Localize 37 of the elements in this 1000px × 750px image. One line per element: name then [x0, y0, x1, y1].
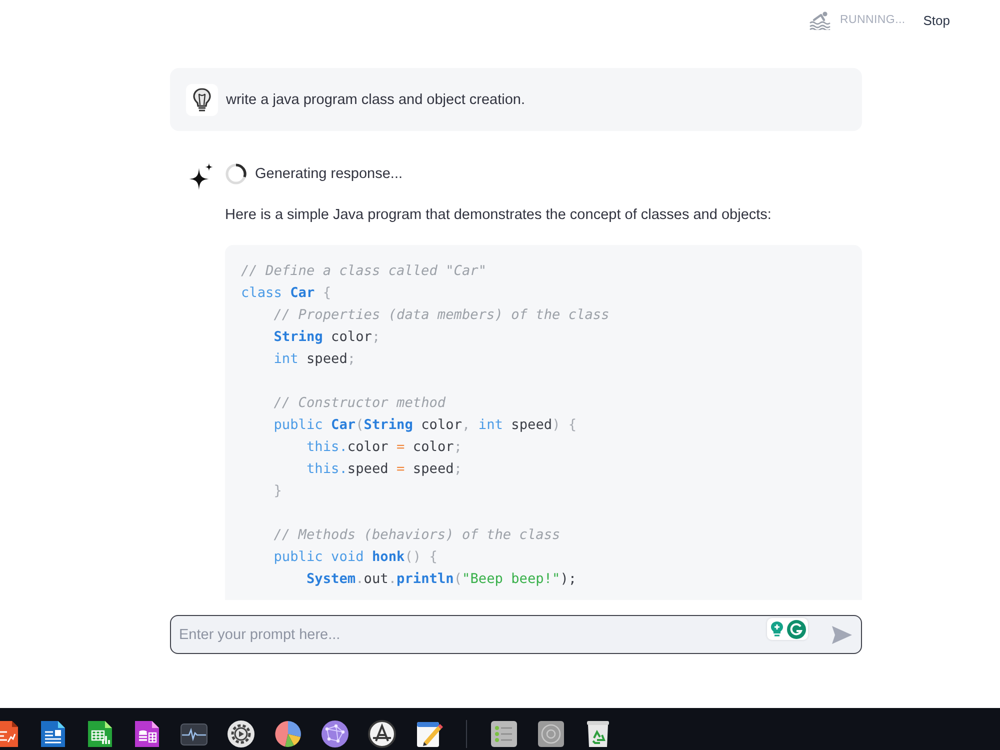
stop-button[interactable]: Stop: [923, 10, 950, 30]
send-icon: [832, 626, 852, 644]
swimmer-icon: [809, 10, 831, 30]
code-line: int speed;: [274, 350, 356, 369]
letter-a-icon[interactable]: [368, 720, 396, 748]
lightbulb-avatar-icon: [186, 84, 218, 116]
spreadsheet-icon[interactable]: [86, 720, 114, 748]
code-line: this.color = color;: [306, 438, 462, 457]
code-line: // Define a class called "Car": [241, 262, 487, 281]
code-line: public void honk() {: [274, 548, 438, 567]
trash-recycle-icon[interactable]: [584, 720, 612, 748]
code-line: String color;: [274, 328, 380, 347]
letter-g-icon[interactable]: [786, 620, 806, 638]
gear-icon[interactable]: [227, 720, 255, 748]
running-status-text: RUNNING...: [840, 14, 906, 26]
code-line: }: [274, 482, 282, 501]
slides-icon[interactable]: [0, 720, 20, 748]
prompt-input[interactable]: Enter your prompt here...: [170, 615, 862, 654]
user-message-text: write a java program class and object creation.: [226, 92, 526, 108]
lightbulb-plus-icon[interactable]: [770, 621, 784, 637]
code-line: // Constructor method: [274, 394, 446, 413]
network-globe-icon[interactable]: [321, 720, 349, 748]
response-paragraph: Here is a simple Java program that demonstrates the concept of classes and objects:: [225, 206, 772, 225]
code-line: public Car(String color, int speed) {: [274, 416, 577, 435]
spinner-icon: [225, 163, 247, 185]
document-icon[interactable]: [39, 720, 67, 748]
code-line: this.speed = speed;: [306, 460, 462, 479]
generating-status-text: Generating response...: [255, 166, 403, 182]
code-line: System.out.println("Beep beep!");: [306, 570, 577, 589]
database-icon[interactable]: [133, 720, 161, 748]
list-panel-icon[interactable]: [490, 720, 518, 748]
code-line: // Properties (data members) of the class: [274, 306, 610, 325]
code-line: // Methods (behaviors) of the class: [274, 526, 560, 545]
code-line: class Car {: [241, 284, 332, 303]
writing-assistant-widget[interactable]: [767, 618, 808, 640]
notepad-pencil-icon[interactable]: [415, 720, 443, 748]
pie-chart-icon[interactable]: [274, 720, 302, 748]
